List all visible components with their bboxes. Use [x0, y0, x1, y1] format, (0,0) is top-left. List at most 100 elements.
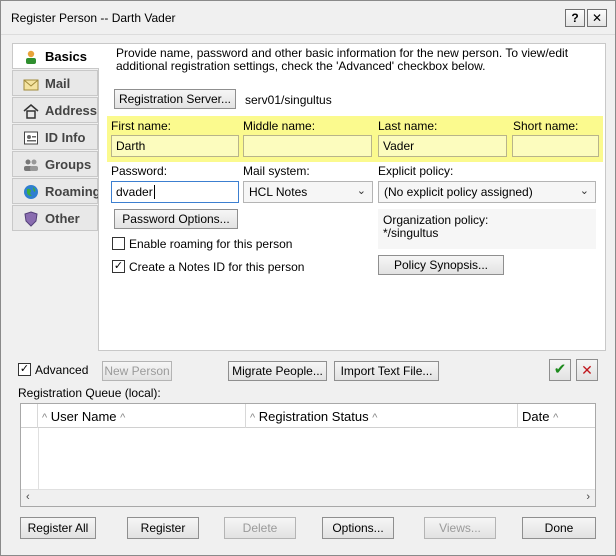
create-notes-id-label: Create a Notes ID for this person: [129, 260, 305, 274]
enable-roaming-checkbox[interactable]: [112, 237, 125, 250]
tab-mail[interactable]: Mail: [12, 70, 98, 96]
mail-system-select[interactable]: HCL Notes ⌄: [243, 181, 373, 203]
scroll-right-icon[interactable]: ›: [586, 491, 590, 503]
title-bar: Register Person -- Darth Vader ? ✕: [1, 1, 615, 35]
password-label: Password:: [111, 164, 168, 178]
accept-button[interactable]: ✔: [549, 359, 571, 381]
password-options-button[interactable]: Password Options...: [114, 209, 238, 229]
register-all-button[interactable]: Register All: [20, 517, 96, 539]
id-card-icon: [24, 131, 38, 145]
views-button-label: Views...: [439, 521, 481, 535]
options-button[interactable]: Options...: [322, 517, 394, 539]
policy-synopsis-button[interactable]: Policy Synopsis...: [378, 255, 504, 275]
category-tabs: Basics Mail Address ID Info Groups Roami…: [12, 43, 101, 232]
tab-label: Address: [45, 103, 98, 118]
options-button-label: Options...: [332, 521, 384, 535]
column-registration-status-label: Registration Status: [258, 409, 369, 424]
enable-roaming-label: Enable roaming for this person: [129, 237, 293, 251]
short-name-label: Short name:: [513, 119, 579, 133]
explicit-policy-value: (No explicit policy assigned): [384, 185, 533, 199]
registration-server-button[interactable]: Registration Server...: [114, 89, 236, 109]
sort-icon: ^: [120, 412, 126, 424]
policy-synopsis-button-label: Policy Synopsis...: [393, 258, 489, 272]
register-button[interactable]: Register: [127, 517, 199, 539]
tab-label: ID Info: [45, 130, 86, 145]
tab-label: Roaming: [45, 184, 101, 199]
register-person-dialog: Register Person -- Darth Vader ? ✕ Basic…: [0, 0, 616, 556]
new-person-button-label: New Person: [104, 364, 170, 378]
last-name-field[interactable]: Vader: [378, 135, 507, 157]
tab-label: Other: [45, 211, 80, 226]
first-name-label: First name:: [111, 119, 172, 133]
short-name-field[interactable]: [512, 135, 599, 157]
register-button-label: Register: [140, 521, 186, 535]
organization-policy-value: */singultus: [383, 226, 439, 240]
help-button[interactable]: ?: [565, 9, 585, 27]
delete-button[interactable]: Delete: [224, 517, 296, 539]
new-person-button[interactable]: New Person: [102, 361, 172, 381]
sort-icon: ^: [250, 412, 256, 424]
checkmark-icon: ✓: [113, 260, 124, 272]
tab-other[interactable]: Other: [12, 205, 98, 231]
row-marker-column: [21, 404, 38, 428]
tab-roaming[interactable]: Roaming: [12, 178, 101, 204]
scroll-left-icon[interactable]: ‹: [26, 491, 30, 503]
tab-label: Groups: [45, 157, 92, 172]
registration-queue-table[interactable]: ^ User Name ^ ^ Registration Status ^ Da…: [20, 403, 596, 507]
password-field[interactable]: dvader: [111, 181, 239, 203]
tab-address[interactable]: Address: [12, 97, 98, 123]
group-icon: [24, 159, 38, 171]
registration-server-value: serv01/singultus: [245, 93, 332, 107]
chevron-down-icon: ⌄: [356, 185, 366, 197]
checkmark-icon: ✔: [553, 361, 567, 378]
mail-system-label: Mail system:: [243, 164, 310, 178]
password-value: dvader: [116, 185, 153, 199]
delete-button-label: Delete: [242, 521, 278, 535]
views-button[interactable]: Views...: [424, 517, 496, 539]
last-name-label: Last name:: [378, 119, 438, 133]
migrate-people-button-label: Migrate People...: [232, 364, 323, 378]
sort-icon: ^: [372, 412, 378, 424]
reject-button[interactable]: ✕: [576, 359, 598, 381]
first-name-field[interactable]: Darth: [111, 135, 239, 157]
tab-id-info[interactable]: ID Info: [12, 124, 98, 150]
advanced-checkbox[interactable]: ✓: [18, 363, 31, 376]
explicit-policy-select[interactable]: (No explicit policy assigned) ⌄: [378, 181, 596, 203]
close-icon: ✕: [581, 362, 593, 378]
row-marker-divider: [38, 428, 39, 490]
tab-label: Basics: [45, 49, 87, 64]
middle-name-field[interactable]: [243, 135, 372, 157]
import-text-file-button-label: Import Text File...: [340, 364, 433, 378]
mail-icon: [23, 79, 39, 91]
shield-icon: [24, 211, 38, 227]
organization-policy-label: Organization policy:: [383, 213, 489, 227]
table-header: ^ User Name ^ ^ Registration Status ^ Da…: [21, 404, 595, 428]
registration-queue-label: Registration Queue (local):: [18, 386, 161, 400]
migrate-people-button[interactable]: Migrate People...: [228, 361, 327, 381]
home-icon: [23, 104, 39, 119]
column-date-label: Date: [522, 409, 550, 424]
sort-icon: ^: [553, 412, 559, 424]
person-icon: [26, 50, 36, 64]
column-date[interactable]: Date ^: [518, 404, 595, 428]
tab-groups[interactable]: Groups: [12, 151, 98, 177]
column-user-name[interactable]: ^ User Name ^: [38, 404, 246, 428]
register-all-button-label: Register All: [27, 521, 89, 535]
intro-text: Provide name, password and other basic i…: [116, 46, 569, 73]
basics-panel: Provide name, password and other basic i…: [98, 43, 606, 351]
organization-policy-box: Organization policy: */singultus: [378, 209, 596, 249]
window-title: Register Person -- Darth Vader: [11, 11, 176, 25]
globe-icon: [24, 185, 38, 199]
done-button[interactable]: Done: [522, 517, 596, 539]
column-registration-status[interactable]: ^ Registration Status ^: [246, 404, 518, 428]
horizontal-scrollbar[interactable]: ‹ ›: [21, 489, 595, 506]
import-text-file-button[interactable]: Import Text File...: [334, 361, 439, 381]
sort-icon: ^: [42, 412, 48, 424]
tab-basics[interactable]: Basics: [12, 43, 99, 69]
checkmark-icon: ✓: [19, 363, 30, 375]
password-options-button-label: Password Options...: [122, 212, 230, 226]
close-button[interactable]: ✕: [587, 9, 607, 27]
create-notes-id-checkbox[interactable]: ✓: [112, 260, 125, 273]
done-button-label: Done: [544, 521, 574, 535]
column-user-name-label: User Name: [50, 409, 117, 424]
